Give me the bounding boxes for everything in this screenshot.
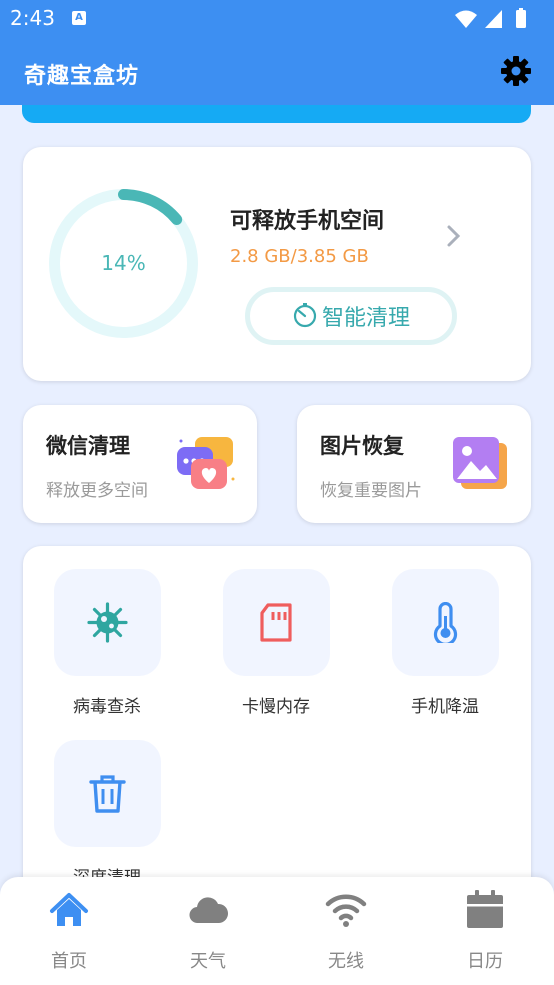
app-title: 奇趣宝盒坊 xyxy=(24,64,140,89)
nav-calendar[interactable]: 日历 xyxy=(435,889,535,973)
storage-title: 可释放手机空间 xyxy=(230,209,385,234)
nav-weather[interactable]: 天气 xyxy=(158,889,258,973)
status-time: 2:43 xyxy=(10,6,55,30)
tools-card: 病毒查杀 卡慢内存 手机降温 xyxy=(23,546,531,906)
nav-calendar-label: 日历 xyxy=(467,951,503,972)
wechat-clean-subtitle: 释放更多空间 xyxy=(46,481,148,501)
tool-tile xyxy=(53,740,161,847)
tool-tile xyxy=(53,569,161,676)
status-bar: 2:43 A xyxy=(0,0,554,36)
banner-strip[interactable] xyxy=(22,105,531,123)
storage-card[interactable]: 14% 可释放手机空间 2.8 GB/3.85 GB 智能清理 xyxy=(23,147,531,381)
smart-clean-label: 智能清理 xyxy=(321,306,410,331)
storage-percent: 14% xyxy=(101,251,146,275)
trash-icon xyxy=(88,775,126,813)
tool-tile xyxy=(222,569,330,676)
home-icon xyxy=(50,893,88,926)
nav-weather-label: 天气 xyxy=(190,951,226,972)
status-icons xyxy=(454,8,544,34)
wechat-clean-card[interactable]: 微信清理 释放更多空间 xyxy=(23,405,257,523)
chevron-right-icon[interactable] xyxy=(443,222,465,250)
nav-wifi[interactable]: 无线 xyxy=(296,889,396,973)
cloud-icon xyxy=(189,897,229,924)
tool-label: 卡慢内存 xyxy=(242,697,310,717)
tool-label: 手机降温 xyxy=(411,697,479,717)
wechat-chat-icon xyxy=(177,437,235,489)
photo-recovery-card[interactable]: 图片恢复 恢复重要图片 xyxy=(297,405,531,523)
storage-value: 2.8 GB/3.85 GB xyxy=(230,246,369,267)
bottom-nav: 首页 天气 无线 日历 xyxy=(0,877,554,985)
wifi-icon xyxy=(325,894,367,927)
calendar-icon xyxy=(467,890,503,928)
notification-icon: A xyxy=(72,11,86,25)
nav-wifi-label: 无线 xyxy=(328,951,364,972)
tool-phone-cooling[interactable]: 手机降温 xyxy=(390,569,500,717)
virus-icon xyxy=(86,602,128,643)
tool-virus-scan[interactable]: 病毒查杀 xyxy=(52,569,162,717)
gear-icon[interactable] xyxy=(500,55,532,87)
tool-memory-boost[interactable]: 卡慢内存 xyxy=(221,569,331,717)
photo-recovery-title: 图片恢复 xyxy=(320,434,404,458)
smart-clean-button[interactable]: 智能清理 xyxy=(245,287,457,345)
photo-recovery-subtitle: 恢复重要图片 xyxy=(320,481,422,501)
nav-home-label: 首页 xyxy=(51,951,87,972)
timer-icon xyxy=(293,303,317,328)
thermometer-icon xyxy=(433,602,457,643)
sd-card-icon xyxy=(259,603,292,642)
app-bar: 奇趣宝盒坊 xyxy=(0,36,554,105)
tool-label: 病毒查杀 xyxy=(73,697,141,717)
signal-wifi-battery-icon xyxy=(455,8,526,28)
wechat-clean-title: 微信清理 xyxy=(46,434,130,458)
tool-tile xyxy=(391,569,499,676)
tool-deep-clean[interactable]: 深度清理 xyxy=(52,740,162,888)
nav-home[interactable]: 首页 xyxy=(19,889,119,973)
photo-icon xyxy=(453,437,507,489)
